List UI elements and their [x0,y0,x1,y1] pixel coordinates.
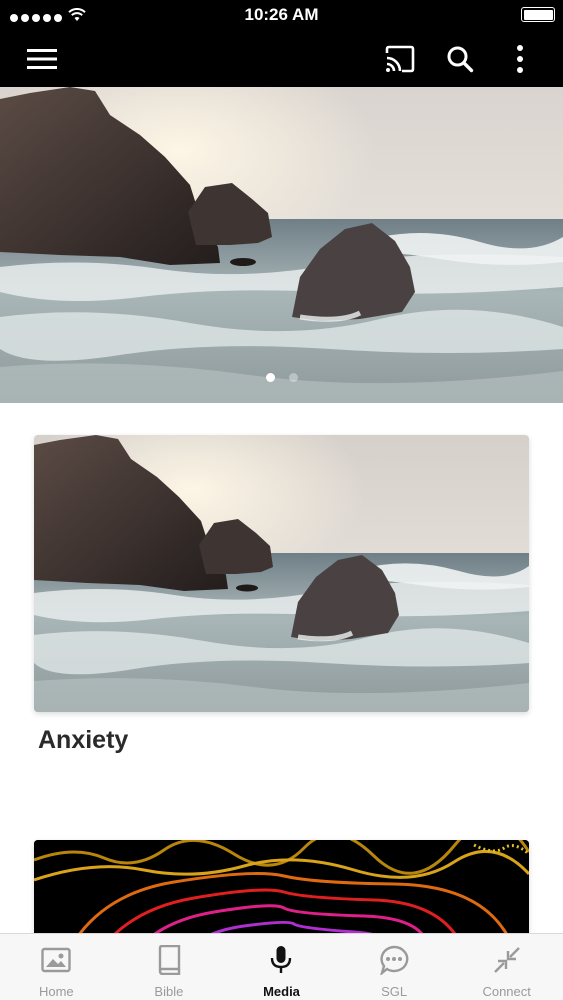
more-vertical-icon[interactable] [503,42,537,76]
app-bar [0,30,563,87]
status-bar: 10:26 AM [0,0,563,30]
card-seascape-image [34,435,529,712]
hero-seascape-image [0,87,563,403]
image-icon [41,944,71,976]
chat-bubble-icon [379,944,409,976]
book-icon [156,944,182,976]
battery-icon [521,7,555,22]
tab-media[interactable]: Media [225,934,338,1000]
tab-label: Bible [154,984,184,999]
content-area: Anxiety [0,403,563,933]
media-card[interactable]: Anxiety [34,435,529,755]
card-thumbnail[interactable] [34,435,529,712]
status-time: 10:26 AM [244,5,319,24]
media-card[interactable] [34,840,529,933]
tab-label: Media [263,984,300,999]
tab-connect[interactable]: Connect [450,934,563,1000]
card-title[interactable]: Anxiety [38,726,529,755]
pager-dot[interactable] [288,373,298,382]
collapse-arrows-icon [493,944,521,976]
card-thumbnail[interactable] [34,840,529,933]
tab-label: Home [38,984,74,999]
microphone-icon [269,944,293,976]
hero-banner[interactable] [0,87,563,403]
hamburger-menu-icon[interactable] [25,42,59,76]
tab-bible[interactable]: Bible [113,934,226,1000]
tab-label: Connect [482,984,531,999]
tab-label: SGL [381,984,408,999]
tab-bar: Home Bible Media SGL Connect [0,933,563,1000]
tab-sgl[interactable]: SGL [338,934,451,1000]
cast-icon[interactable] [383,42,417,76]
pager-dot-active[interactable] [265,373,275,382]
search-icon[interactable] [443,42,477,76]
tab-home[interactable]: Home [0,934,113,1000]
hero-pager [0,373,563,382]
card-abstract-rings-image [34,840,529,933]
